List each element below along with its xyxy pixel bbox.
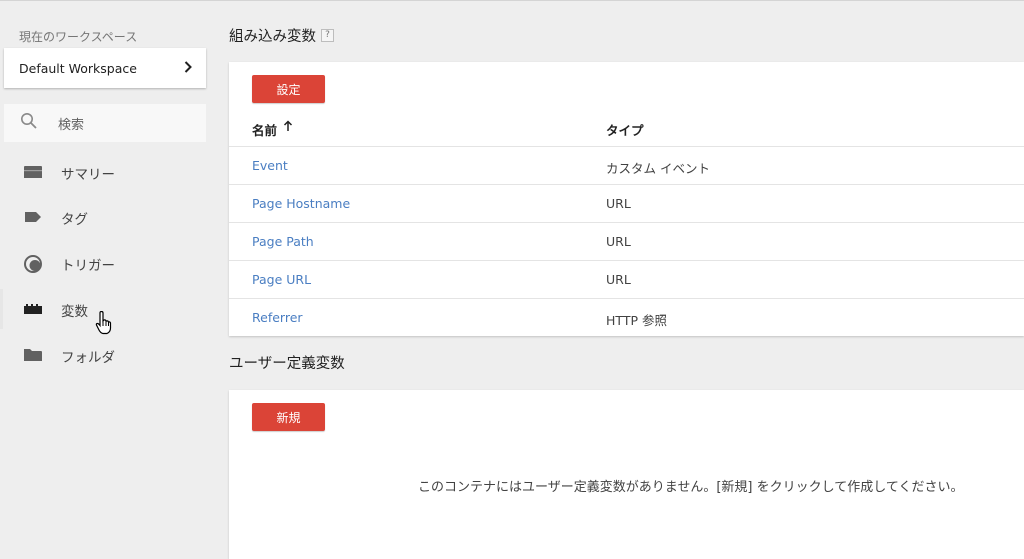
workspace-selector[interactable]: Default Workspace <box>4 48 206 88</box>
new-variable-button[interactable]: 新規 <box>252 403 325 431</box>
variable-name-link[interactable]: Page URL <box>252 272 311 287</box>
variable-name-link[interactable]: Page Hostname <box>252 196 350 211</box>
folder-open-icon <box>23 163 43 181</box>
search-input[interactable]: 検索 <box>4 104 206 142</box>
chevron-right-icon <box>184 61 192 77</box>
search-icon <box>20 112 38 134</box>
variable-name-link[interactable]: Event <box>252 158 288 173</box>
sort-ascending-icon[interactable] <box>283 120 293 136</box>
sidebar-item-label: フォルダ <box>61 350 115 366</box>
workspace-label: 現在のワークスペース <box>19 30 138 44</box>
table-row: Page Hostname URL <box>229 184 1024 222</box>
workspace-name: Default Workspace <box>19 60 137 76</box>
hand-cursor-icon <box>95 310 113 339</box>
variable-type: URL <box>606 196 631 211</box>
table-row: Page URL URL <box>229 260 1024 298</box>
sidebar-item-label: サマリー <box>61 167 115 183</box>
builtin-variables-title: 組み込み変数 <box>229 29 316 45</box>
search-placeholder: 検索 <box>58 117 85 133</box>
sidebar-item-summary[interactable]: サマリー <box>0 152 218 192</box>
blocks-icon <box>23 300 43 318</box>
builtin-variables-card: 設定 名前 タイプ Event カスタム イベント Page Hostname … <box>229 62 1024 336</box>
sidebar-item-label: タグ <box>61 212 88 228</box>
empty-state-message: このコンテナにはユーザー定義変数がありません。[新規] をクリックして作成してく… <box>418 480 964 495</box>
user-defined-variables-title: ユーザー定義変数 <box>229 356 345 372</box>
trigger-icon <box>23 254 43 273</box>
sidebar-item-folders[interactable]: フォルダ <box>0 335 218 375</box>
variable-type: URL <box>606 272 631 287</box>
sidebar-item-tags[interactable]: タグ <box>0 197 218 237</box>
user-defined-variables-card: 新規 このコンテナにはユーザー定義変数がありません。[新規] をクリックして作成… <box>229 390 1024 559</box>
sidebar-item-label: 変数 <box>61 304 88 320</box>
sidebar-item-triggers[interactable]: トリガー <box>0 243 218 283</box>
variable-type: カスタム イベント <box>606 161 710 176</box>
tag-icon <box>23 208 43 226</box>
help-icon[interactable]: ? <box>321 29 334 42</box>
table-row: Event カスタム イベント <box>229 146 1024 184</box>
table-row: Referrer HTTP 参照 <box>229 298 1024 336</box>
column-header-type: タイプ <box>606 123 644 138</box>
sidebar-item-label: トリガー <box>61 258 115 274</box>
folder-icon <box>23 346 43 364</box>
variable-name-link[interactable]: Page Path <box>252 234 314 249</box>
configure-button[interactable]: 設定 <box>252 75 325 103</box>
variable-name-link[interactable]: Referrer <box>252 310 303 325</box>
variable-type: HTTP 参照 <box>606 313 667 328</box>
table-row: Page Path URL <box>229 222 1024 260</box>
column-header-name[interactable]: 名前 <box>252 120 277 139</box>
sidebar: 現在のワークスペース Default Workspace 検索 サマリー タグ … <box>0 1 218 559</box>
variable-type: URL <box>606 234 631 249</box>
